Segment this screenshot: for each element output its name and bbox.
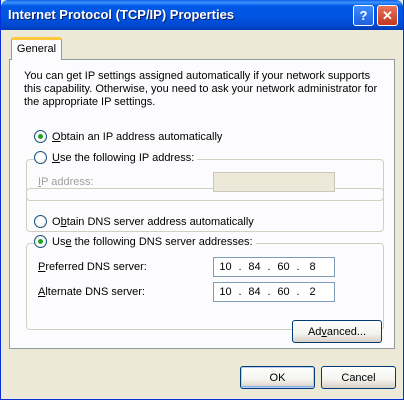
radio-label: Use the following IP address:	[52, 151, 195, 164]
radio-circle	[34, 215, 47, 228]
alternate-dns-label: Alternate DNS server:	[38, 286, 145, 298]
tab-general[interactable]: General	[11, 37, 62, 60]
radio-label: Use the following DNS server addresses:	[52, 235, 253, 248]
ip-octet: 8	[309, 261, 316, 273]
ok-button-label: OK	[269, 371, 286, 384]
general-panel: You can get IP settings assigned automat…	[9, 59, 395, 349]
ip-octet: 84	[248, 286, 261, 298]
radio-label: Obtain DNS server address automatically	[52, 215, 254, 228]
ip-octet: 60	[277, 261, 290, 273]
ip-octet: 84	[248, 261, 261, 273]
radio-obtain-dns-auto[interactable]: Obtain DNS server address automatically	[34, 215, 257, 228]
close-icon: ✕	[382, 7, 393, 23]
ip-octet: 60	[277, 286, 290, 298]
title-bar[interactable]: Internet Protocol (TCP/IP) Properties ? …	[1, 0, 403, 30]
dialog-window: Internet Protocol (TCP/IP) Properties ? …	[0, 0, 404, 400]
ok-button[interactable]: OK	[240, 366, 315, 389]
window-title: Internet Protocol (TCP/IP) Properties	[8, 7, 235, 22]
radio-circle	[34, 130, 47, 143]
intro-text: You can get IP settings assigned automat…	[24, 70, 378, 108]
tab-general-label: General	[16, 43, 57, 55]
radio-obtain-ip-auto[interactable]: Obtain an IP address automatically	[34, 130, 226, 143]
preferred-dns-label: Preferred DNS server:	[38, 261, 147, 273]
help-icon: ?	[359, 8, 368, 23]
help-button[interactable]: ?	[353, 5, 374, 26]
ip-address-field[interactable]	[213, 172, 335, 192]
preferred-dns-field[interactable]: 10. 84. 60. 8	[213, 257, 335, 277]
dialog-client: General You can get IP settings assigned…	[1, 30, 403, 399]
close-button[interactable]: ✕	[377, 5, 398, 26]
cancel-button[interactable]: Cancel	[321, 366, 396, 389]
radio-label: Obtain an IP address automatically	[52, 130, 223, 143]
ip-octet: 10	[219, 261, 232, 273]
cancel-button-label: Cancel	[341, 371, 376, 384]
radio-use-following-ip[interactable]: Use the following IP address:	[34, 151, 198, 164]
ip-address-label: IP address:	[38, 176, 94, 188]
advanced-button[interactable]: Advanced...	[292, 320, 382, 343]
radio-circle	[34, 235, 47, 248]
alternate-dns-field[interactable]: 10. 84. 60. 2	[213, 282, 335, 302]
advanced-button-label: Advanced...	[307, 325, 367, 338]
radio-circle	[34, 151, 47, 164]
ip-octet: 2	[309, 286, 316, 298]
ip-octet: 10	[219, 286, 232, 298]
radio-use-following-dns[interactable]: Use the following DNS server addresses:	[34, 235, 256, 248]
